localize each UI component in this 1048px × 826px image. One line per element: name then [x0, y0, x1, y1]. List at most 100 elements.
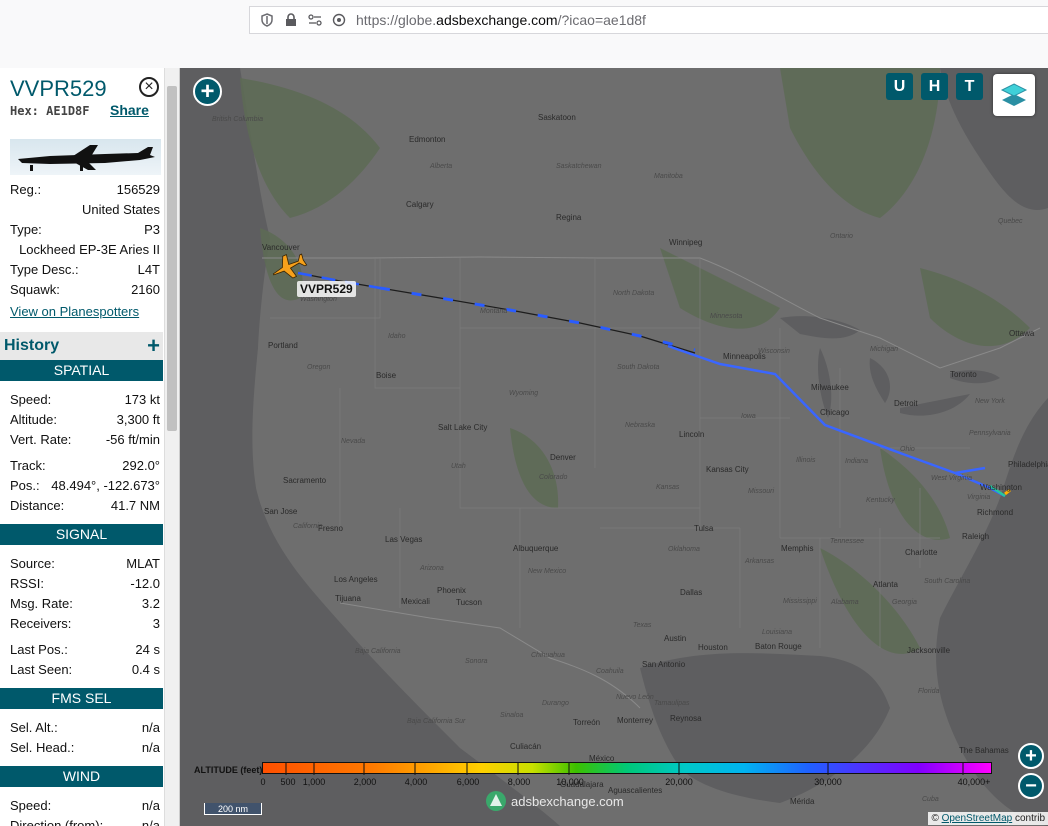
region-label: Arizona: [420, 565, 444, 572]
alt-tick: 6,000: [456, 777, 480, 787]
expand-plus-icon[interactable]: +: [147, 333, 160, 359]
altitude-row: Altitude: 3,300 ft: [10, 412, 160, 427]
map-basemap: [180, 68, 1048, 826]
city-label: Richmond: [977, 508, 1014, 517]
altitude-legend: ALTITUDE (feet) 0 500 1,000 2,000 4,000 …: [192, 760, 997, 787]
alt-tick: 20,000: [665, 777, 693, 787]
reg-row: Reg.: 156529: [10, 182, 160, 197]
city-label: Salt Lake City: [438, 423, 488, 432]
region-label: Florida: [918, 688, 940, 695]
msg-rate-row: Msg. Rate: 3.2: [10, 596, 160, 611]
planespotters-link[interactable]: View on Planespotters: [10, 304, 139, 319]
zoom-in-button[interactable]: +: [1018, 743, 1044, 769]
h-button[interactable]: H: [921, 73, 948, 100]
type-desc-row: Type Desc.: L4T: [10, 262, 160, 277]
city-label: Austin: [664, 634, 687, 643]
region-label: Sinaloa: [500, 712, 524, 719]
scale-bar: 200 nm: [204, 803, 262, 815]
sel-head-row: Sel. Head.: n/a: [10, 740, 160, 755]
city-label: Regina: [556, 213, 582, 222]
region-label: South Carolina: [924, 578, 971, 585]
map-view[interactable]: Edmonton Saskatoon Calgary Regina Winnipeg Va…: [180, 68, 1048, 826]
region-label: Wisconsin: [758, 348, 790, 355]
openstreetmap-link[interactable]: OpenStreetMap: [942, 813, 1013, 824]
city-label: Monterrey: [617, 716, 654, 725]
region-label: Tamaulipas: [654, 700, 690, 707]
model-value: Lockheed EP-3E Aries II: [19, 242, 160, 257]
region-label: Baja California: [355, 648, 401, 655]
city-label: Boise: [376, 371, 397, 380]
city-label: Winnipeg: [669, 238, 703, 247]
city-label: Kansas City: [706, 465, 749, 474]
region-label: Texas: [633, 622, 652, 629]
track-row: Track: 292.0°: [10, 458, 160, 473]
region-label: Missouri: [748, 488, 775, 495]
url-text[interactable]: https://globe.adsbexchange.com/?icao=ae1…: [356, 12, 646, 28]
position-row: Pos.: 48.494°, -122.673°: [10, 478, 160, 493]
region-label: North Dakota: [613, 290, 655, 297]
region-label: Nebraska: [625, 422, 655, 429]
signal-section-header[interactable]: SIGNAL: [0, 524, 163, 545]
region-label: Saskatchewan: [556, 163, 602, 170]
alt-tick: 4,000: [404, 777, 428, 787]
region-label: Durango: [542, 700, 569, 707]
city-label: Edmonton: [409, 135, 446, 144]
sidebar-scrollbar[interactable]: [164, 68, 179, 826]
region-label: Georgia: [892, 599, 917, 606]
spatial-section-header[interactable]: SPATIAL: [0, 360, 163, 381]
share-link[interactable]: Share: [110, 102, 149, 118]
region-label: New Mexico: [528, 568, 567, 575]
city-label: Portland: [268, 341, 298, 350]
shield-icon[interactable]: [260, 13, 274, 27]
city-label: Calgary: [406, 200, 434, 209]
fms-section-header[interactable]: FMS SEL: [0, 688, 163, 709]
region-label: Nuevo León: [616, 694, 654, 701]
alt-tick: 40,000+: [957, 777, 991, 787]
city-label: Ottawa: [1009, 329, 1035, 338]
u-button[interactable]: U: [886, 73, 913, 100]
region-label: Colorado: [539, 474, 568, 481]
rssi-row: RSSI: -12.0: [10, 576, 160, 591]
city-label: Philadelphia: [1008, 460, 1048, 469]
tracking-protection-icon[interactable]: [332, 13, 346, 27]
city-label: Reynosa: [670, 714, 702, 723]
lock-icon[interactable]: [284, 13, 298, 27]
history-header[interactable]: History +: [0, 332, 163, 360]
url-bar[interactable]: https://globe.adsbexchange.com/?icao=ae1…: [249, 6, 1048, 34]
squawk-row: Squawk: 2160: [10, 282, 160, 297]
region-label: Mississippi: [783, 598, 817, 605]
city-label: Chicago: [820, 408, 850, 417]
region-label: Baja California Sur: [407, 718, 466, 725]
region-label: Idaho: [388, 333, 406, 340]
close-icon[interactable]: ×: [139, 77, 159, 97]
aircraft-info-panel: VVPR529 × Hex: AE1D8F Share Reg.: 156529 …: [0, 68, 180, 826]
region-label: Louisiana: [762, 629, 792, 636]
city-label: Detroit: [894, 399, 918, 408]
region-label: Kentucky: [866, 497, 895, 504]
t-button[interactable]: T: [956, 73, 983, 100]
aircraft-map-label[interactable]: VVPR529: [297, 281, 356, 297]
aircraft-photo[interactable]: [10, 139, 161, 175]
region-label: Utah: [451, 463, 466, 470]
permissions-icon[interactable]: [308, 13, 322, 27]
zoom-in-top-button[interactable]: +: [193, 77, 222, 106]
city-label: Albuquerque: [513, 544, 559, 553]
city-label: Culiacán: [510, 742, 542, 751]
region-label: Sonora: [465, 658, 488, 665]
region-label: Washington: [300, 296, 337, 303]
alt-tick: 30,000: [814, 777, 842, 787]
region-label: Ontario: [830, 233, 853, 240]
city-label: Baton Rouge: [755, 642, 802, 651]
scrollbar-thumb[interactable]: [167, 86, 177, 431]
region-label: Chihuahua: [531, 652, 565, 659]
region-label: Illinois: [796, 457, 816, 464]
city-label: Denver: [550, 453, 576, 462]
city-label: Las Vegas: [385, 535, 423, 544]
city-label: Phoenix: [437, 586, 466, 595]
zoom-out-button[interactable]: −: [1018, 773, 1044, 799]
city-label: Charlotte: [905, 548, 938, 557]
wind-section-header[interactable]: WIND: [0, 766, 163, 787]
speed-row: Speed: 173 kt: [10, 392, 160, 407]
layers-button[interactable]: [993, 74, 1035, 116]
region-label: Minnesota: [710, 313, 743, 320]
